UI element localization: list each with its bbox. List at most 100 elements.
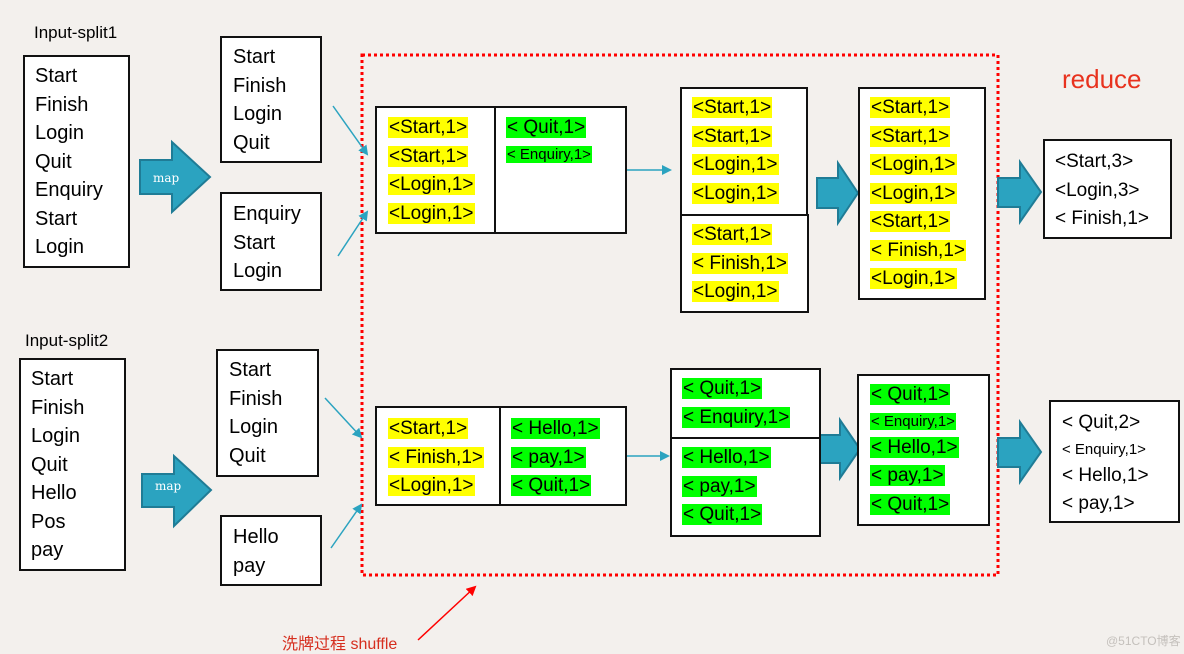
diagram-connectors [139, 53, 1043, 641]
list-item: Start [233, 46, 276, 68]
kv-pair: < Finish,1> [388, 446, 484, 468]
kv-pair: <Start,1> [870, 211, 951, 232]
kv-pair: <Start,1> [870, 125, 951, 147]
list-item: Start [35, 65, 78, 87]
kv-pair: <Login,1> [692, 281, 779, 302]
kv-pair: < Enquiry,1> [1062, 440, 1146, 458]
list-item: Start [229, 359, 272, 381]
partition-box-2: <Start,1> < Finish,1> <Login,1> < Hello,… [375, 406, 627, 506]
kv-pair: < pay,1> [682, 475, 757, 497]
kv-pair: < Enquiry,1> [682, 406, 791, 428]
merge-box-1-bottom: <Start,1> < Finish,1> <Login,1> [680, 214, 809, 313]
kv-pair: < Hello,1> [870, 436, 959, 458]
connector-arrow [330, 503, 363, 549]
kv-pair: <Login,1> [388, 475, 475, 496]
input-split1-list: Start Finish Login Quit Enquiry Start Lo… [35, 62, 103, 262]
shuffle-pointer-arrow [417, 585, 477, 641]
list-item: Enquiry [35, 179, 103, 201]
partition-yellow-list: <Start,1> < Finish,1> <Login,1> [388, 415, 484, 501]
list-item: Login [229, 416, 278, 438]
merge-box-2-top: < Quit,1> < Enquiry,1> [670, 368, 821, 439]
list-item: Finish [31, 396, 85, 419]
merge-arrow-2 [818, 416, 862, 482]
kv-pair: < Enquiry,1> [870, 412, 956, 430]
list-item: Start [35, 207, 78, 230]
list-item: Quit [31, 453, 68, 476]
kv-pair: <Start,1> [870, 97, 951, 118]
list-item: Login [35, 236, 84, 258]
input-split2-title: Input-split2 [25, 331, 109, 350]
kv-pair: < pay,1> [1062, 493, 1135, 514]
list-item: Enquiry [233, 203, 301, 225]
sorted-list: < Quit,1> < Enquiry,1> < Hello,1> < pay,… [870, 381, 959, 519]
map-output-1a: Start Finish Login Quit [220, 36, 322, 163]
reduce-output-list: <Start,3> <Login,3> < Finish,1> [1055, 148, 1149, 234]
kv-pair: < Hello,1> [1062, 464, 1149, 486]
map-output-2b: Hello pay [220, 515, 322, 586]
merge-list: <Start,1> < Finish,1> <Login,1> [692, 221, 788, 307]
kv-pair: < Quit,1> [682, 504, 763, 525]
kv-pair: <Login,1> [388, 174, 475, 195]
kv-pair: < Hello,1> [511, 418, 600, 439]
kv-pair: <Start,3> [1055, 151, 1134, 172]
reduce-arrow-2 [997, 418, 1043, 486]
partition-box-1: <Start,1> <Start,1> <Login,1> <Login,1> … [375, 106, 627, 234]
kv-pair: <Start,1> [388, 117, 469, 138]
list-item: Quit [35, 150, 72, 173]
sorted-box-2: < Quit,1> < Enquiry,1> < Hello,1> < pay,… [857, 374, 990, 526]
partition-green-list: < Hello,1> < pay,1> < Quit,1> [511, 415, 600, 501]
input-split2-box: Start Finish Login Quit Hello Pos pay [19, 358, 126, 571]
sorted-list: <Start,1> <Start,1> <Login,1> <Login,1> … [870, 94, 966, 294]
kv-pair: < pay,1> [511, 446, 586, 468]
map-label-2: map [155, 479, 182, 493]
list-item: Finish [35, 93, 89, 116]
map-output-2a: Start Finish Login Quit [216, 349, 319, 477]
kv-pair: <Login,1> [692, 154, 779, 175]
sorted-box-1: <Start,1> <Start,1> <Login,1> <Login,1> … [858, 87, 986, 300]
kv-pair: <Start,1> [692, 97, 773, 118]
kv-pair: <Login,3> [1055, 179, 1140, 201]
merge-list: <Start,1> <Start,1> <Login,1> <Login,1> [692, 94, 779, 208]
kv-pair: <Login,1> [870, 268, 957, 289]
kv-pair: < Quit,1> [506, 117, 587, 138]
kv-pair: < Finish,1> [692, 252, 788, 274]
kv-pair: < Quit,1> [870, 384, 951, 405]
list-item: Login [31, 425, 80, 447]
partition-green-list: < Quit,1> < Enquiry,1> [506, 114, 592, 167]
input-split1-box: Start Finish Login Quit Enquiry Start Lo… [23, 55, 130, 268]
kv-pair: < Quit,1> [682, 378, 763, 399]
list-item: Start [233, 231, 276, 254]
reduce-output-2: < Quit,2> < Enquiry,1> < Hello,1> < pay,… [1049, 400, 1180, 523]
kv-pair: < Hello,1> [682, 447, 771, 468]
partition-yellow-list: <Start,1> <Start,1> <Login,1> <Login,1> [388, 114, 475, 228]
list-item: Pos [31, 510, 66, 533]
partition-divider [494, 108, 496, 232]
merge-box-1-top: <Start,1> <Start,1> <Login,1> <Login,1> [680, 87, 808, 216]
merge-box-2-bottom: < Hello,1> < pay,1> < Quit,1> [670, 437, 821, 537]
map-output-1b: Enquiry Start Login [220, 192, 322, 291]
list-item: Finish [233, 74, 287, 97]
list-item: Hello [233, 526, 279, 548]
list-item: Hello [31, 482, 77, 504]
list-item: Start [31, 368, 74, 390]
list-item: Login [233, 103, 282, 125]
kv-pair: <Login,1> [870, 182, 957, 204]
list-item: Login [233, 260, 282, 282]
kv-pair: <Login,1> [692, 182, 779, 204]
kv-pair: < Finish,1> [870, 239, 966, 261]
reduce-arrow-1 [997, 158, 1043, 226]
map-output-list: Enquiry Start Login [233, 200, 301, 286]
kv-pair: < Quit,1> [511, 475, 592, 496]
reduce-title: reduce [1062, 64, 1142, 94]
kv-pair: <Start,1> [692, 125, 773, 147]
input-split1-title: Input-split1 [34, 23, 118, 42]
kv-pair: < pay,1> [870, 465, 945, 486]
kv-pair: < Enquiry,1> [506, 145, 592, 163]
kv-pair: <Start,1> [388, 145, 469, 167]
watermark: @51CTO博客 [1106, 634, 1181, 648]
connector-arrow [324, 397, 363, 439]
kv-pair: <Start,1> [388, 418, 469, 439]
list-item: pay [233, 554, 266, 577]
input-split2-list: Start Finish Login Quit Hello Pos pay [31, 365, 84, 565]
kv-pair: < Quit,2> [1062, 412, 1141, 433]
